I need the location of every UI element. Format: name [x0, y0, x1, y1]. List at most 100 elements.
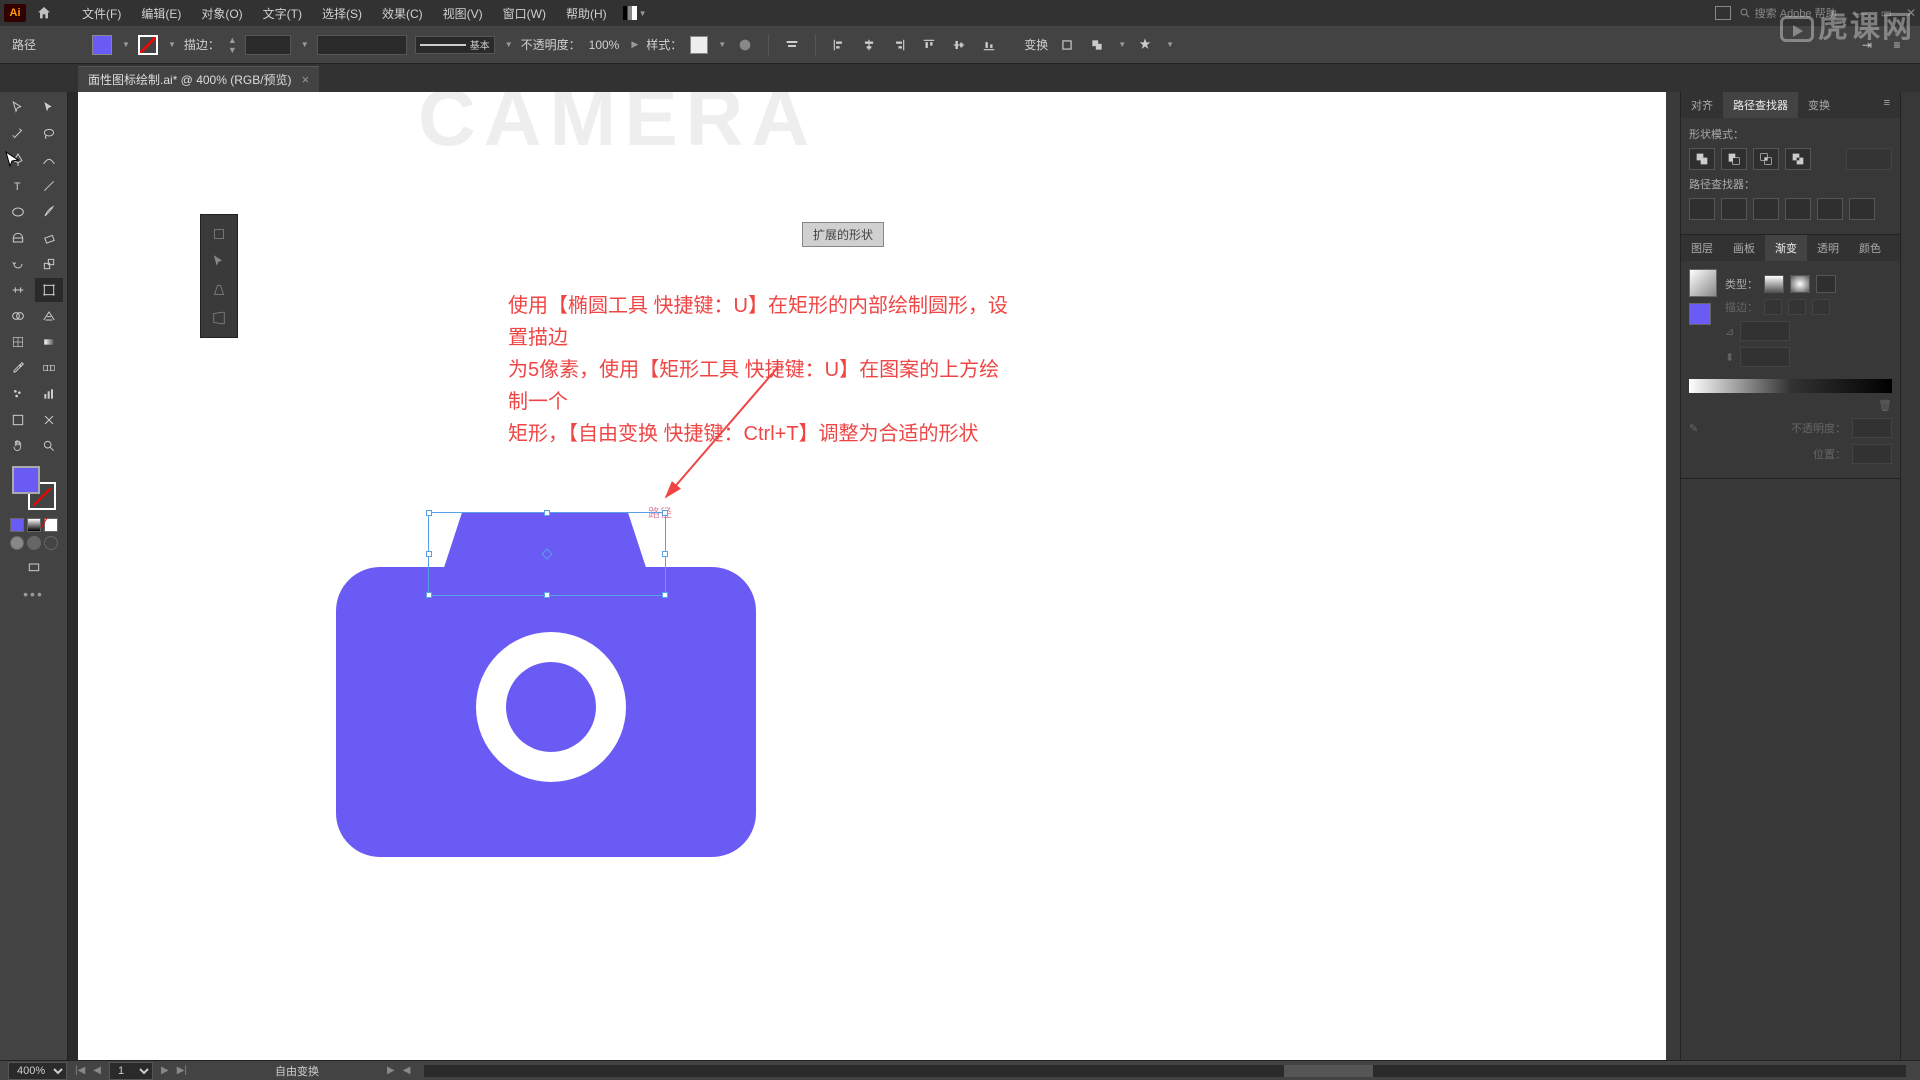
camera-lens-inner[interactable] [506, 662, 596, 752]
home-icon[interactable] [34, 3, 54, 23]
linear-gradient-icon[interactable] [1764, 275, 1784, 293]
selection-handle[interactable] [662, 551, 668, 557]
merge-icon[interactable] [1753, 198, 1779, 220]
tab-align[interactable]: 对齐 [1681, 92, 1723, 118]
unite-icon[interactable] [1689, 148, 1715, 170]
none-mode-icon[interactable]: ⁄ [44, 518, 58, 532]
chevron-right-icon[interactable]: ▶ [631, 39, 638, 50]
draw-normal-icon[interactable] [10, 536, 24, 550]
selection-center[interactable] [541, 548, 552, 559]
chevron-down-icon[interactable]: ▼ [122, 40, 130, 49]
align-bottom-icon[interactable] [978, 34, 1000, 56]
screen-mode-icon[interactable] [20, 556, 48, 580]
perspective-distort-icon[interactable] [205, 277, 233, 303]
type-tool[interactable]: T [4, 174, 32, 198]
paintbrush-tool[interactable] [35, 200, 63, 224]
panel-menu-icon[interactable]: ≡ [1874, 92, 1900, 118]
last-artboard-icon[interactable]: ▶| [177, 1065, 187, 1076]
effects-icon[interactable] [1134, 34, 1156, 56]
vertical-scrollbar[interactable] [1666, 92, 1680, 1060]
canvas-area[interactable]: CAMERA 扩展的形状 使用【椭圆工具 快捷键：U】在矩形的内部绘制圆形，设置… [68, 92, 1680, 1060]
tab-gradient[interactable]: 渐变 [1765, 235, 1807, 261]
radial-gradient-icon[interactable] [1790, 275, 1810, 293]
selection-handle[interactable] [662, 592, 668, 598]
fill-proxy[interactable] [12, 466, 40, 494]
direct-selection-tool[interactable] [35, 96, 63, 120]
align-center-v-icon[interactable] [948, 34, 970, 56]
gradient-swatch[interactable] [1689, 269, 1717, 297]
first-artboard-icon[interactable]: |◀ [75, 1065, 85, 1076]
constrain-icon[interactable] [205, 221, 233, 247]
blend-tool[interactable] [35, 356, 63, 380]
chevron-down-icon[interactable]: ▼ [1166, 40, 1174, 49]
rotate-tool[interactable] [4, 252, 32, 276]
stepper-icon[interactable]: ▲▼ [228, 35, 237, 55]
freeform-gradient-icon[interactable] [1816, 275, 1836, 293]
lasso-tool[interactable] [35, 122, 63, 146]
arrange-docs-icon[interactable] [623, 6, 637, 20]
chevron-down-icon[interactable]: ▼ [505, 40, 513, 49]
close-tab-icon[interactable]: × [302, 72, 310, 87]
recolor-icon[interactable] [734, 34, 756, 56]
transform-link[interactable]: 变换 [1024, 36, 1048, 53]
status-chevron-left-icon[interactable]: ◀ [403, 1065, 411, 1076]
hand-tool[interactable] [4, 434, 32, 458]
eraser-tool[interactable] [35, 226, 63, 250]
collapsed-panel-strip[interactable] [1900, 92, 1920, 1060]
menu-edit[interactable]: 编辑(E) [131, 5, 191, 22]
minimize-icon[interactable]: — [1855, 6, 1867, 20]
align-dropdown-icon[interactable] [781, 34, 803, 56]
selection-handle[interactable] [426, 551, 432, 557]
artboard-tool[interactable] [4, 408, 32, 432]
menu-type[interactable]: 文字(T) [253, 5, 312, 22]
tab-pathfinder[interactable]: 路径查找器 [1723, 92, 1798, 118]
shape-mode-icon[interactable] [1086, 34, 1108, 56]
curvature-tool[interactable] [35, 148, 63, 172]
menu-select[interactable]: 选择(S) [312, 5, 372, 22]
line-segment-tool[interactable] [35, 174, 63, 198]
divide-icon[interactable] [1689, 198, 1715, 220]
scale-tool[interactable] [35, 252, 63, 276]
gradient-mode-icon[interactable] [27, 518, 41, 532]
tab-color[interactable]: 颜色 [1849, 235, 1891, 261]
isolate-icon[interactable] [1056, 34, 1078, 56]
tab-transparency[interactable]: 透明 [1807, 235, 1849, 261]
opacity-value[interactable]: 100% [589, 38, 620, 52]
selection-handle[interactable] [544, 510, 550, 516]
color-mode-icon[interactable] [10, 518, 24, 532]
gradient-fill-proxy[interactable] [1689, 303, 1711, 325]
align-top-icon[interactable] [918, 34, 940, 56]
maximize-icon[interactable]: ▭ [1881, 6, 1892, 20]
menu-object[interactable]: 对象(O) [191, 5, 252, 22]
gradient-tool[interactable] [35, 330, 63, 354]
zoom-dropdown[interactable]: 400% [8, 1062, 67, 1080]
column-graph-tool[interactable] [35, 382, 63, 406]
menu-effect[interactable]: 效果(C) [372, 5, 433, 22]
status-chevron-icon[interactable]: ▶ [387, 1065, 395, 1076]
minus-back-icon[interactable] [1849, 198, 1875, 220]
prev-artboard-icon[interactable]: ◀ [93, 1065, 101, 1076]
selection-tool[interactable] [4, 96, 32, 120]
width-tool[interactable] [4, 278, 32, 302]
minus-front-icon[interactable] [1721, 148, 1747, 170]
draw-inside-icon[interactable] [44, 536, 58, 550]
panel-menu-icon[interactable]: ≡ [1886, 34, 1908, 56]
chevron-down-icon[interactable]: ▼ [301, 40, 309, 49]
mesh-tool[interactable] [4, 330, 32, 354]
eyedropper-tool[interactable] [4, 356, 32, 380]
selection-handle[interactable] [426, 592, 432, 598]
artboard-select[interactable]: 1 [109, 1062, 153, 1080]
symbol-sprayer-tool[interactable] [4, 382, 32, 406]
tab-artboards[interactable]: 画板 [1723, 235, 1765, 261]
align-left-icon[interactable] [828, 34, 850, 56]
panel-collapse-icon[interactable]: ⇥ [1856, 34, 1878, 56]
menu-file[interactable]: 文件(F) [72, 5, 131, 22]
close-icon[interactable]: ✕ [1906, 6, 1916, 20]
outline-icon[interactable] [1817, 198, 1843, 220]
tab-layers[interactable]: 图层 [1681, 235, 1723, 261]
slice-tool[interactable] [35, 408, 63, 432]
selection-handle[interactable] [662, 510, 668, 516]
stroke-weight-input[interactable] [245, 35, 291, 55]
menu-help[interactable]: 帮助(H) [556, 5, 617, 22]
workspace-icon[interactable] [1715, 6, 1731, 20]
